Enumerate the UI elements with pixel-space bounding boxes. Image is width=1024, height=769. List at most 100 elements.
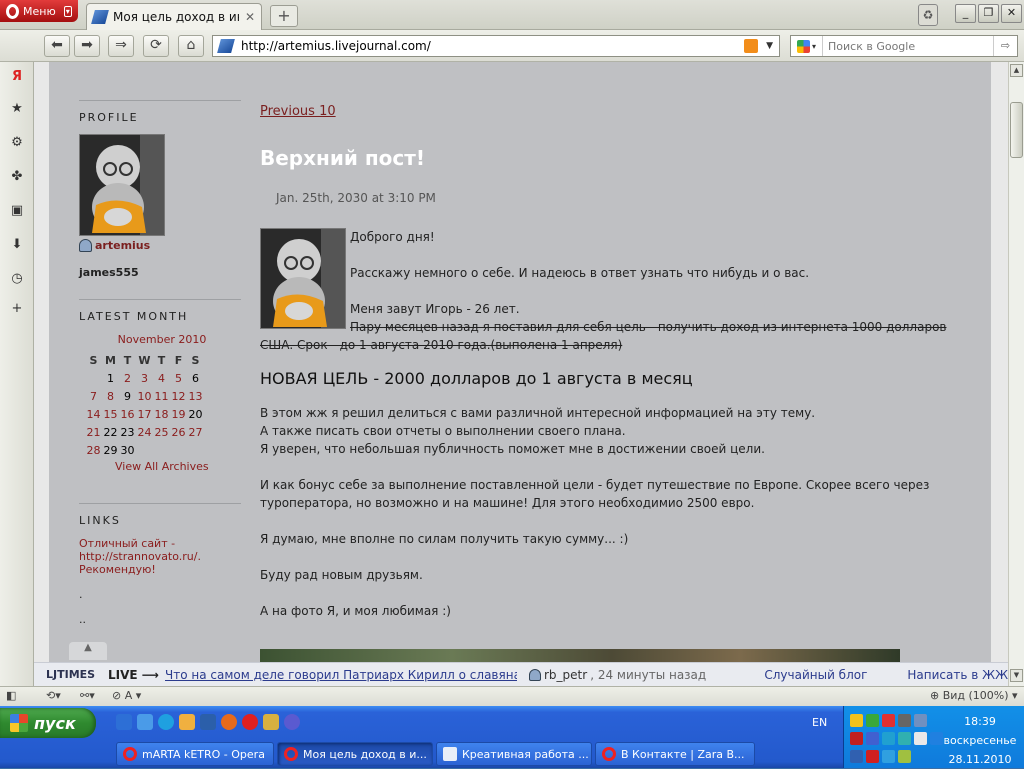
calendar-day[interactable]: 13	[187, 387, 204, 405]
trash-icon[interactable]: ♻	[918, 4, 938, 26]
calendar-day[interactable]: 5	[170, 369, 187, 387]
tray-icon[interactable]	[914, 714, 927, 727]
calendar-day[interactable]: 26	[170, 423, 187, 441]
calendar-day[interactable]: 19	[170, 405, 187, 423]
reload-button[interactable]: ⟳	[143, 35, 169, 57]
calendar-day[interactable]: 14	[85, 405, 102, 423]
media-player-icon[interactable]	[284, 714, 300, 730]
scrollbar-thumb[interactable]	[1010, 102, 1023, 158]
history-icon[interactable]: ◷	[8, 270, 26, 288]
search-input[interactable]: Поиск в Google	[823, 40, 993, 53]
home-button[interactable]: ⌂	[178, 35, 204, 57]
add-panel-icon[interactable]: +	[8, 300, 26, 318]
write-lj-link[interactable]: Написать в ЖЖ	[907, 668, 1008, 682]
scroll-up-icon[interactable]: ▲	[1010, 64, 1023, 77]
search-go-icon[interactable]: ⇨	[993, 36, 1017, 56]
downloads-icon[interactable]: ⬇	[8, 236, 26, 254]
back-button[interactable]: ⬅	[44, 35, 70, 57]
ljtimes-user[interactable]: rb_petr , 24 минуты назад	[528, 668, 706, 682]
ljtimes-username[interactable]: rb_petr	[544, 668, 587, 682]
user-link[interactable]: artemius	[79, 239, 241, 252]
bookmarks-icon[interactable]: ★	[8, 100, 26, 118]
ie-icon[interactable]	[116, 714, 132, 730]
google-engine-icon[interactable]: ▾	[791, 36, 823, 56]
post-title[interactable]: Верхний пост!	[260, 146, 425, 170]
tray-icon[interactable]	[898, 714, 911, 727]
calendar-day[interactable]: 17	[136, 405, 153, 423]
tray-icon[interactable]	[898, 732, 911, 745]
word-icon[interactable]	[200, 714, 216, 730]
tray-icon[interactable]	[882, 714, 895, 727]
taskbar-button-active[interactable]: Моя цель доход в и...	[277, 742, 433, 766]
icq-icon[interactable]	[263, 714, 279, 730]
firefox-icon[interactable]	[221, 714, 237, 730]
calendar-day[interactable]: 28	[85, 441, 102, 459]
calendar-day[interactable]: 8	[102, 387, 119, 405]
calendar-day[interactable]: 11	[153, 387, 170, 405]
clock[interactable]: 18:39 воскресенье 28.11.2010	[940, 712, 1020, 769]
view-archives-link[interactable]: View All Archives	[115, 460, 241, 473]
tray-icon[interactable]	[898, 750, 911, 763]
opera-icon[interactable]	[242, 714, 258, 730]
links-item[interactable]: ..	[79, 613, 241, 626]
calendar-day[interactable]: 21	[85, 423, 102, 441]
calendar-day[interactable]: 10	[136, 387, 153, 405]
taskbar-button[interactable]: В Контакте | Zara B...	[595, 742, 755, 766]
calendar-day[interactable]: 25	[153, 423, 170, 441]
panel-toggle-icon[interactable]: ◧	[6, 689, 16, 704]
ljtimes-logo[interactable]: LJTIMES	[34, 668, 108, 681]
folder-icon[interactable]	[179, 714, 195, 730]
taskbar-button[interactable]: Креативная работа ...	[436, 742, 592, 766]
new-tab-button[interactable]: +	[270, 5, 298, 27]
calendar-day[interactable]: 18	[153, 405, 170, 423]
zoom-control[interactable]: ⊕ Вид (100%) ▾	[930, 689, 1018, 704]
fast-forward-button[interactable]: ⇒	[108, 35, 134, 57]
calendar-month-link[interactable]: November 2010	[83, 333, 241, 346]
images-icon[interactable]: ⊘ A ▾	[112, 689, 141, 704]
chevron-down-icon[interactable]: ▼	[766, 41, 773, 51]
tray-icon[interactable]	[882, 732, 895, 745]
collapse-up-icon[interactable]: ▲	[69, 642, 107, 660]
vertical-scrollbar[interactable]: ▲ ▼	[1008, 62, 1024, 686]
widgets-icon[interactable]: ✤	[8, 168, 26, 186]
tray-icon[interactable]	[866, 714, 879, 727]
tray-icon[interactable]	[882, 750, 895, 763]
links-item[interactable]: Отличный сайт - http://strannovato.ru/. …	[79, 537, 241, 576]
calendar-day[interactable]: 3	[136, 369, 153, 387]
links-item[interactable]: .	[79, 588, 241, 601]
tray-icon[interactable]	[866, 732, 879, 745]
language-indicator[interactable]: EN	[812, 716, 827, 729]
gear-icon[interactable]: ⚙	[8, 134, 26, 152]
start-button[interactable]: пуск	[0, 708, 96, 738]
tray-icon[interactable]	[866, 750, 879, 763]
sync-icon[interactable]: ⟲▾	[46, 689, 61, 704]
random-blog-link[interactable]: Случайный блог	[764, 668, 867, 682]
tray-icon[interactable]	[850, 750, 863, 763]
calendar-day[interactable]: 4	[153, 369, 170, 387]
restore-button[interactable]: ❐	[978, 4, 999, 23]
close-window-button[interactable]: ✕	[1001, 4, 1022, 23]
rss-icon[interactable]	[744, 39, 759, 53]
desktop-icon[interactable]	[137, 714, 153, 730]
browser-tab[interactable]: Моя цель доход в инте... ✕	[86, 3, 262, 30]
search-field[interactable]: ▾ Поиск в Google ⇨	[790, 35, 1018, 57]
close-icon[interactable]: ✕	[245, 10, 255, 24]
skype-icon[interactable]	[158, 714, 174, 730]
address-bar[interactable]: http://artemius.livejournal.com/ ▼	[212, 35, 780, 57]
turbo-icon[interactable]: ⚯▾	[80, 689, 95, 704]
calendar-day[interactable]: 27	[187, 423, 204, 441]
scroll-down-icon[interactable]: ▼	[1010, 669, 1023, 682]
calendar-day[interactable]: 15	[102, 405, 119, 423]
forward-button[interactable]: ➡	[74, 35, 100, 57]
minimize-button[interactable]: _	[955, 4, 976, 23]
previous-10-link[interactable]: Previous 10	[260, 104, 336, 119]
opera-menu-button[interactable]: Меню ▾	[0, 0, 78, 22]
calendar-day[interactable]: 7	[85, 387, 102, 405]
userpic-image[interactable]	[79, 134, 165, 236]
yandex-icon[interactable]: Я	[8, 68, 26, 86]
tray-icon[interactable]	[914, 732, 927, 745]
calendar-day[interactable]: 2	[119, 369, 136, 387]
calendar-day[interactable]: 16	[119, 405, 136, 423]
notes-icon[interactable]: ▣	[8, 202, 26, 220]
taskbar-button[interactable]: mARTA kETRO - Opera	[116, 742, 274, 766]
